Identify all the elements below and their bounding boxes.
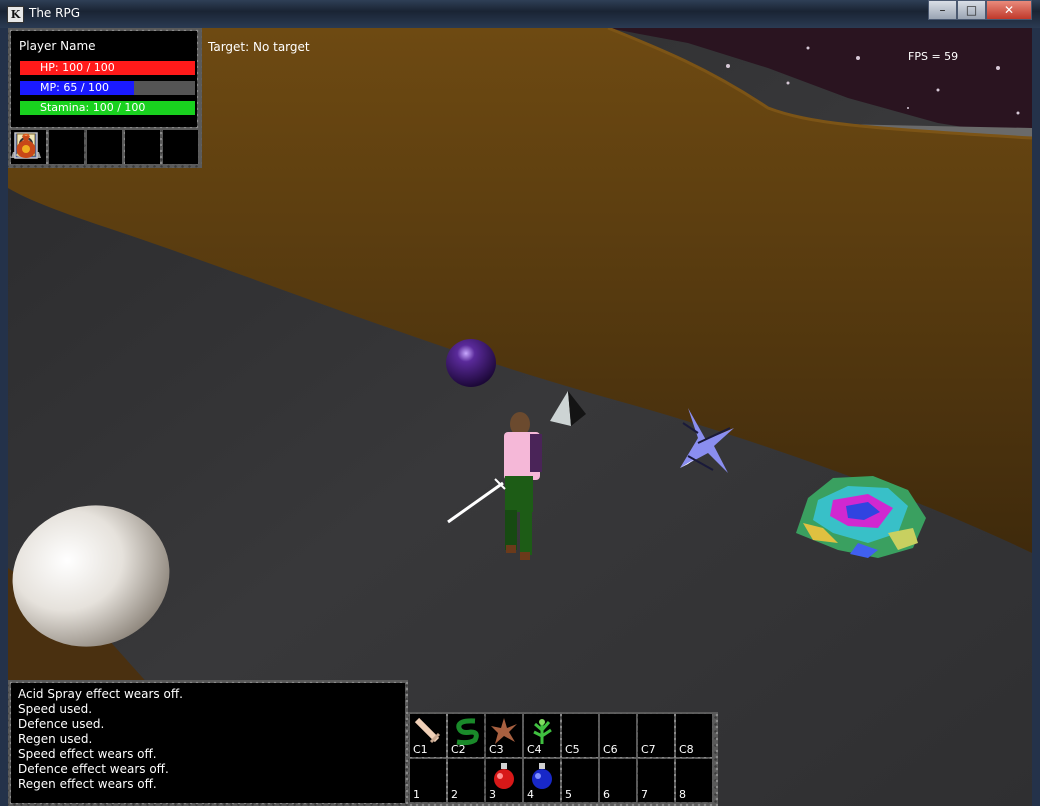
mp-label: MP: 65 / 100: [40, 81, 110, 94]
stamina-label: Stamina: 100 / 100: [40, 101, 146, 114]
combat-slot-key: C5: [565, 743, 580, 756]
hp-bar: HP: 100 / 100: [20, 61, 195, 75]
character-button[interactable]: [16, 130, 84, 164]
chat-line: Defence effect wears off.: [18, 762, 169, 776]
chat-log-panel: Acid Spray effect wears off. Speed used.…: [8, 680, 408, 806]
close-button[interactable]: ✕: [986, 0, 1032, 20]
mp-bar: MP: 65 / 100: [20, 81, 195, 95]
item-slot-2[interactable]: 2: [448, 759, 484, 802]
item-slot-3[interactable]: 3: [486, 759, 522, 802]
combat-slot-c8[interactable]: C8: [676, 714, 712, 757]
fps-counter: FPS = 59: [908, 50, 959, 63]
stamina-bar: Stamina: 100 / 100: [20, 101, 195, 115]
maximize-button[interactable]: □: [957, 0, 986, 20]
chat-line: Speed used.: [18, 702, 93, 716]
acid-spray-icon: [456, 718, 479, 746]
main-menu-row: [11, 130, 198, 164]
combat-slot-c4[interactable]: C4: [524, 714, 560, 757]
combat-slot-c2[interactable]: C2: [448, 714, 484, 757]
regen-icon: [533, 719, 552, 744]
item-slot-key: 2: [451, 788, 458, 801]
chat-line: Speed effect wears off.: [18, 747, 157, 761]
quest-log-button[interactable]: [16, 130, 160, 164]
chat-line: Defence used.: [18, 717, 105, 731]
player-status-panel: Player Name HP: 100 / 100 MP: 65 / 100 S…: [8, 28, 202, 168]
player-name: Player Name: [19, 39, 96, 53]
combat-slot-c5[interactable]: C5: [562, 714, 598, 757]
combat-slot-c6[interactable]: C6: [600, 714, 636, 757]
inventory-button[interactable]: [16, 130, 198, 164]
sword-icon: [414, 717, 441, 744]
item-slot-key: 1: [413, 788, 420, 801]
window-titlebar: K The RPG – □ ✕: [0, 0, 1040, 28]
window-title: The RPG: [29, 6, 81, 20]
rpg-app-icon: K: [7, 6, 24, 23]
chat-line: Regen used.: [18, 732, 93, 746]
game-viewport[interactable]: Player Name HP: 100 / 100 MP: 65 / 100 S…: [8, 28, 1032, 806]
combat-slot-c3[interactable]: C3: [486, 714, 522, 757]
combat-slot-c7[interactable]: C7: [638, 714, 674, 757]
red-potion-icon: [494, 763, 514, 789]
window-frame-left: [0, 28, 8, 806]
item-slot-key: 6: [603, 788, 610, 801]
chat-line: Acid Spray effect wears off.: [18, 687, 183, 701]
item-slot-6[interactable]: 6: [600, 759, 636, 802]
item-slot-key: 8: [679, 788, 686, 801]
target-display: Target: No target: [208, 40, 310, 54]
item-slot-key: 7: [641, 788, 648, 801]
item-slot-key: 5: [565, 788, 572, 801]
inventory-bag-icon: [16, 133, 36, 158]
combat-slot-key: C6: [603, 743, 618, 756]
combat-slot-c1[interactable]: C1: [410, 714, 446, 757]
item-row: 1 2 3 4 5 6 7 8: [410, 759, 716, 802]
blue-potion-icon: [532, 763, 552, 789]
combat-slot-key: C8: [679, 743, 694, 756]
spellbook-button[interactable]: [14, 130, 122, 164]
combat-slot-key: C4: [527, 743, 542, 756]
combat-slot-key: C1: [413, 743, 428, 756]
item-slot-5[interactable]: 5: [562, 759, 598, 802]
item-slot-key: 4: [527, 788, 534, 801]
minimize-button[interactable]: –: [928, 0, 957, 20]
item-slot-7[interactable]: 7: [638, 759, 674, 802]
chat-log[interactable]: Acid Spray effect wears off. Speed used.…: [11, 683, 405, 803]
item-slot-8[interactable]: 8: [676, 759, 712, 802]
action-bar: C1 C2 C3 C4 C5 C6 C7 C8 1 2 3 4 5 6 7 8: [408, 712, 718, 806]
combat-slot-key: C2: [451, 743, 466, 756]
player-status-box: Player Name HP: 100 / 100 MP: 65 / 100 S…: [11, 31, 197, 127]
item-slot-1[interactable]: 1: [410, 759, 446, 802]
combat-slot-key: C7: [641, 743, 656, 756]
item-slot-4[interactable]: 4: [524, 759, 560, 802]
window-controls: – □ ✕: [928, 0, 1032, 20]
hp-label: HP: 100 / 100: [40, 61, 115, 74]
speed-icon: [491, 718, 517, 744]
window-frame-right: [1032, 28, 1040, 806]
combat-slot-key: C3: [489, 743, 504, 756]
item-slot-key: 3: [489, 788, 496, 801]
chat-line: Regen effect wears off.: [18, 777, 157, 791]
combat-skill-row: C1 C2 C3 C4 C5 C6 C7 C8: [410, 714, 716, 757]
